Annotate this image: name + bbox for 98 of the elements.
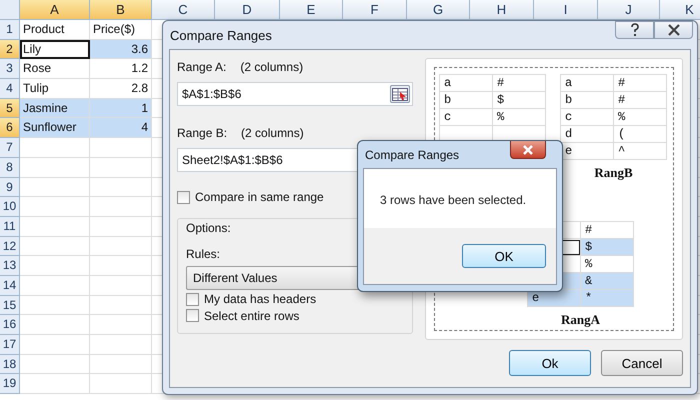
table-cell: c [440,108,493,126]
ok-button[interactable]: OK [462,244,546,268]
row-header[interactable]: 16 [0,315,20,335]
table-cell [20,335,90,355]
row-header[interactable]: 11 [0,216,20,237]
table-cell [20,138,90,158]
checkbox-label: My data has headers [204,292,316,306]
column-header[interactable]: B [90,0,152,20]
row-header[interactable]: 10 [0,197,20,217]
table-cell: d [560,126,614,142]
row-header[interactable]: 2 [0,40,20,60]
table-cell [20,197,90,217]
window-title: Compare Ranges [170,28,272,42]
table-caption: RangB [594,165,633,181]
table-cell: 1.2 [90,59,152,80]
help-icon [628,23,640,37]
table-cell: & [580,272,634,290]
table-cell: Lily [20,40,90,60]
column-header[interactable]: F [343,0,407,20]
row-header[interactable]: 13 [0,256,20,276]
column-header[interactable]: I [534,0,598,20]
table-cell: * [580,290,634,306]
field-label: Range A: [177,60,226,76]
table-cell: 4 [90,118,152,138]
checkbox-label: Compare in same range [195,190,324,204]
row-header[interactable]: 18 [0,354,20,374]
row-header[interactable]: 3 [0,59,20,80]
table-cell [20,315,90,335]
help-button[interactable] [615,21,654,39]
table-cell: Rose [20,59,90,80]
table-cell [20,216,90,237]
message-text: 3 rows have been selected. [380,193,526,207]
table-cell: $ [492,92,546,108]
field-note: (2 columns) [241,126,304,142]
table-cell: c [560,108,614,126]
row-header[interactable]: 17 [0,335,20,355]
grid-arrow-icon [392,88,408,100]
column-header[interactable]: G [407,0,470,20]
ok-button[interactable]: Ok [509,350,591,376]
row-header[interactable]: 1 [0,20,20,40]
checkbox[interactable] [177,190,190,204]
table-cell [20,158,90,178]
table-cell: Jasmine [20,98,90,118]
table-cell: Sunflower [20,118,90,138]
row-header[interactable]: 15 [0,296,20,316]
close-icon [522,144,534,154]
close-button[interactable] [654,21,693,39]
table-cell: Product [20,20,90,40]
table-cell: % [614,108,667,126]
table-cell: # [614,92,667,108]
table-cell: a [440,74,493,92]
column-header[interactable]: A [20,0,90,20]
table-cell [20,374,90,394]
row-header[interactable]: 19 [0,374,20,394]
table-cell [20,296,90,316]
field-note: (2 columns) [240,60,304,76]
row-header[interactable]: 7 [0,138,20,158]
column-header[interactable]: K [660,0,700,20]
table-cell: a [560,74,614,92]
table-cell: # [614,74,667,92]
row-header[interactable]: 14 [0,276,20,296]
close-icon [666,24,680,36]
group-title: Options: [186,221,232,235]
range-select-button[interactable] [390,85,410,103]
table-cell [20,276,90,296]
column-header[interactable]: J [598,0,660,20]
table-cell: b [440,92,493,108]
table-cell [20,178,90,198]
table-cell: $ [580,238,634,256]
table-cell [20,256,90,276]
column-header[interactable]: C [152,0,215,20]
row-header[interactable]: 12 [0,236,20,256]
table-cell: 1 [90,98,152,118]
table-cell: % [492,108,546,126]
checkbox[interactable] [186,292,199,306]
table-cell: # [492,74,546,92]
checkbox-label: Select entire rows [204,308,300,323]
table-cell: ^ [614,142,667,160]
input-field[interactable]: $A$1:$B$6 [177,82,414,106]
close-button[interactable] [510,141,546,159]
row-header[interactable]: 6 [0,118,20,138]
row-header[interactable]: 5 [0,98,20,118]
row-header[interactable]: 9 [0,178,20,198]
table-cell: 3.6 [90,40,152,60]
cancel-button[interactable]: Cancel [601,350,683,376]
table-caption: RangA [561,312,600,328]
field-label: Range B: [177,126,228,142]
field-label: Rules: [186,247,222,261]
column-header[interactable]: D [215,0,280,20]
column-header[interactable]: E [280,0,343,20]
checkbox[interactable] [186,309,199,322]
row-header[interactable]: 4 [0,79,20,99]
table-cell [20,354,90,374]
table-cell: ( [614,126,667,142]
table-cell [20,236,90,256]
column-header[interactable]: H [470,0,534,20]
table-cell: b [560,92,614,108]
row-header[interactable]: 8 [0,158,20,178]
